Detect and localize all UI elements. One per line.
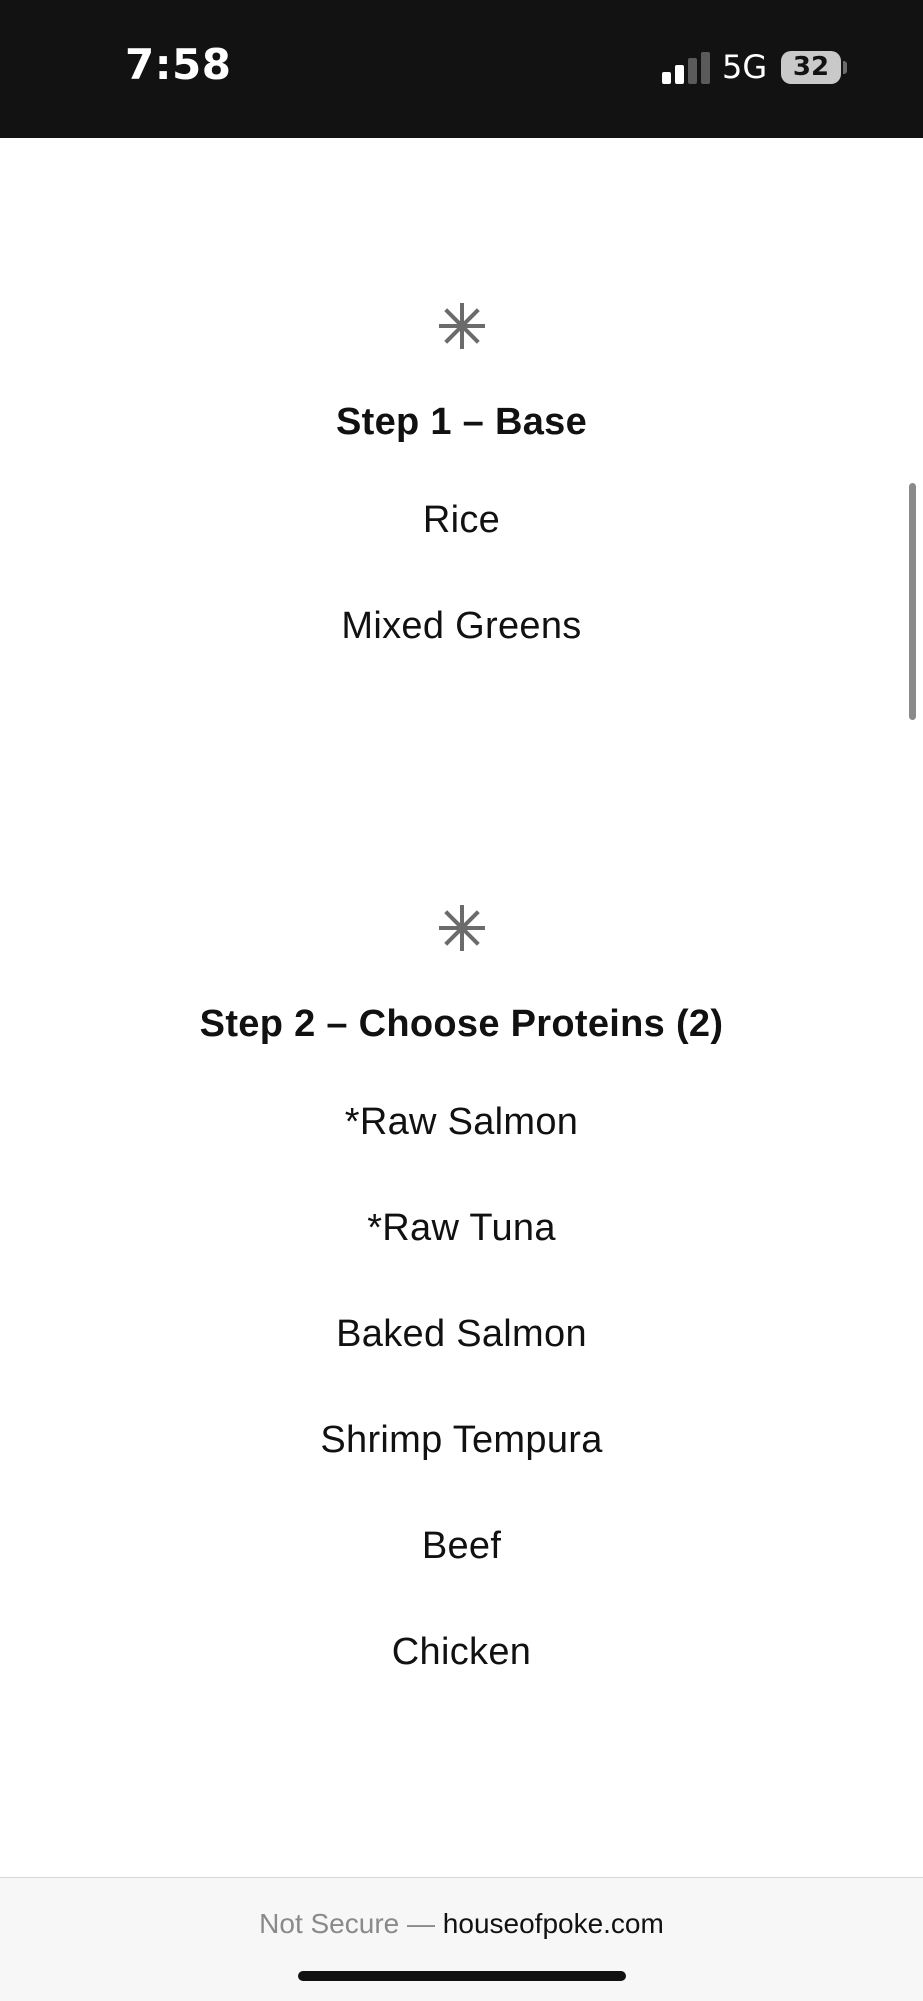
battery-icon: 32	[781, 51, 841, 84]
url-display[interactable]: Not Secure — houseofpoke.com	[0, 1906, 923, 1942]
option-raw-tuna: *Raw Tuna	[367, 1207, 556, 1249]
asterisk-icon	[438, 303, 485, 349]
security-label: Not Secure —	[259, 1908, 436, 1939]
menu-step-2: Step 2 – Choose Proteins (2) *Raw Salmon…	[0, 902, 923, 1676]
battery-level: 32	[792, 52, 830, 82]
option-baked-salmon: Baked Salmon	[336, 1313, 587, 1355]
status-time: 7:58	[125, 40, 232, 89]
home-indicator[interactable]	[298, 1971, 626, 1981]
option-beef: Beef	[421, 1525, 502, 1567]
step-title: Step 2 – Choose Proteins (2)	[199, 1003, 724, 1045]
status-bar: 7:58 5G 32	[0, 0, 923, 138]
domain-label: houseofpoke.com	[442, 1908, 664, 1939]
option-rice: Rice	[422, 499, 501, 541]
option-chicken: Chicken	[391, 1631, 532, 1673]
cellular-signal-icon	[662, 52, 710, 84]
option-raw-salmon: *Raw Salmon	[344, 1101, 579, 1143]
menu-step-1: Step 1 – Base Rice Mixed Greens	[0, 300, 923, 650]
step-title: Step 1 – Base	[335, 401, 588, 443]
battery-tip	[843, 61, 847, 74]
network-type: 5G	[722, 48, 768, 86]
option-shrimp-tempura: Shrimp Tempura	[320, 1419, 603, 1461]
asterisk-icon	[438, 905, 485, 951]
browser-address-bar[interactable]: Not Secure — houseofpoke.com	[0, 1877, 923, 2001]
option-mixed-greens: Mixed Greens	[341, 605, 582, 647]
